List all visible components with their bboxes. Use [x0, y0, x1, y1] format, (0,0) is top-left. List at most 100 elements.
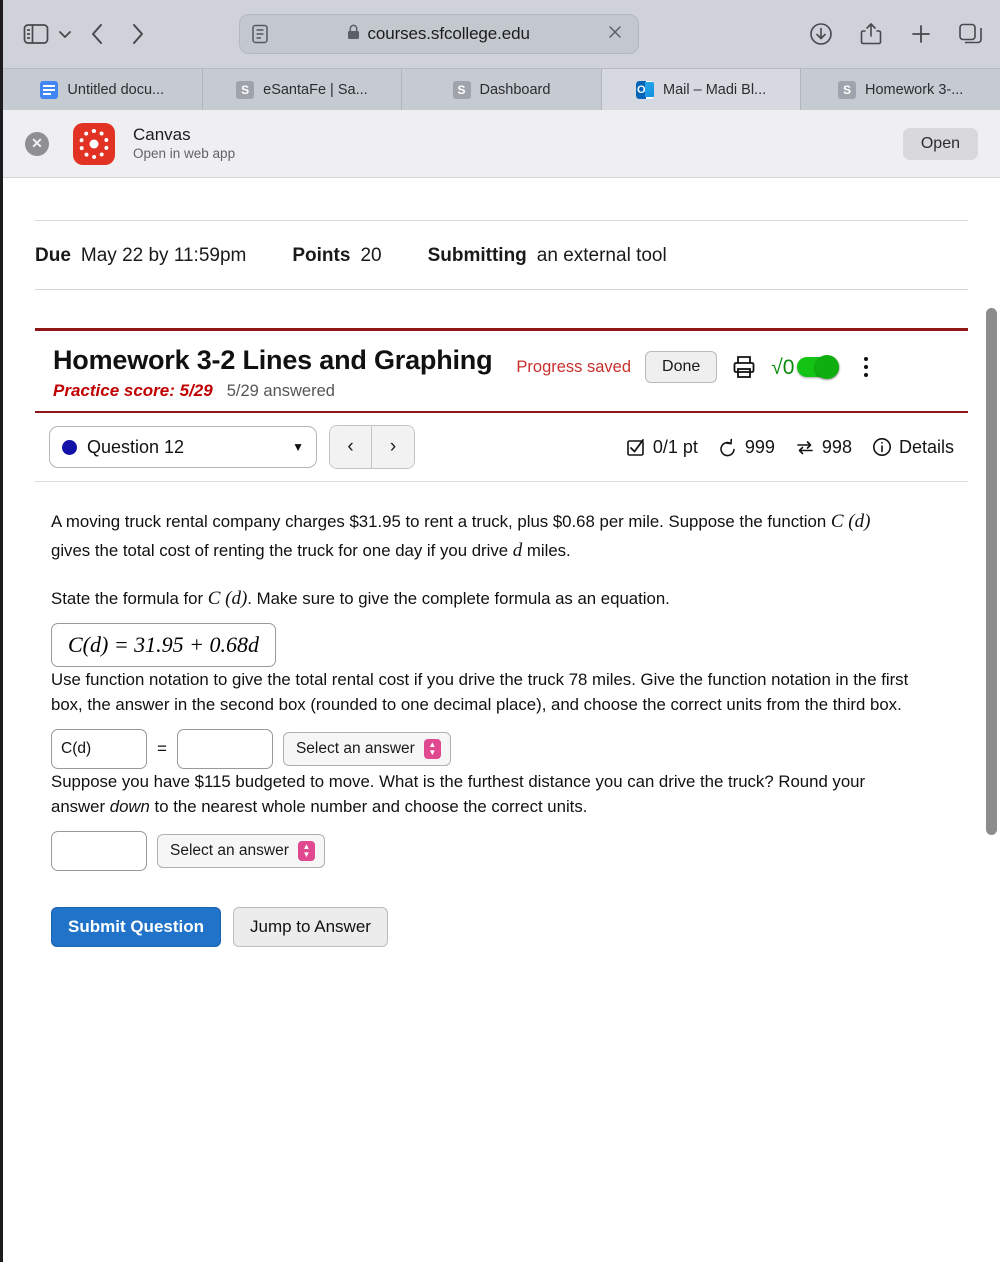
retry-icon — [718, 437, 738, 457]
browser-tab[interactable]: S Homework 3-... — [801, 69, 1000, 110]
submit-question-button[interactable]: Submit Question — [51, 907, 221, 948]
address-bar[interactable]: courses.sfcollege.edu — [238, 14, 639, 54]
distance-answer-input[interactable] — [51, 831, 147, 872]
toggle-switch[interactable] — [796, 355, 839, 379]
next-question-button[interactable]: › — [372, 426, 414, 468]
intro-variable: d — [512, 539, 523, 561]
question-prompt-1: State the formula for C (d). Make sure t… — [51, 585, 909, 614]
banner-close-icon[interactable]: ✕ — [25, 131, 49, 156]
question-intro: A moving truck rental company charges $3… — [51, 508, 909, 565]
prompt3-emphasis: down — [109, 797, 150, 817]
browser-tab[interactable]: Untitled docu... — [3, 69, 203, 110]
assignment-meta: Due May 22 by 11:59pm Points 20 Submitti… — [35, 220, 968, 290]
question-select-dropdown[interactable]: Question 12 ▼ — [49, 426, 317, 468]
progress-saved-status: Progress saved — [516, 357, 632, 376]
safari-site-icon: S — [838, 80, 857, 99]
tab-title: Mail – Madi Bl... — [663, 81, 767, 98]
tab-strip: Untitled docu... S eSantaFe | Sa... S Da… — [3, 68, 1000, 110]
outlook-icon: O — [636, 80, 654, 99]
browser-chrome: courses.sfcollege.edu Untitled docu... S… — [3, 0, 1000, 110]
browser-tab[interactable]: S Dashboard — [402, 69, 602, 110]
submitting-value: an external tool — [536, 245, 667, 266]
intro-text-1: A moving truck rental company charges $3… — [51, 512, 831, 531]
swap-versions-icon — [795, 437, 815, 457]
back-arrow-icon[interactable] — [77, 17, 117, 51]
plus-icon[interactable] — [908, 21, 934, 47]
open-app-button[interactable]: Open — [902, 127, 978, 160]
units-select-3-label: Select an answer — [170, 842, 289, 860]
more-options-icon[interactable] — [853, 357, 873, 377]
url-display: courses.sfcollege.edu — [272, 24, 606, 45]
prompt3-text-2: to the nearest whole number and choose t… — [149, 797, 588, 817]
tab-title: Homework 3-... — [865, 81, 964, 98]
submitting-label: Submitting — [427, 245, 527, 266]
canvas-logo-icon — [73, 122, 115, 165]
prompt1-text-1: State the formula for — [51, 589, 208, 608]
intro-text-2: gives the total cost of renting the truc… — [51, 540, 513, 560]
intro-text-3: miles. — [522, 540, 571, 560]
answer-value-input[interactable] — [176, 728, 273, 769]
url-text: courses.sfcollege.edu — [367, 24, 530, 43]
math-view-toggle[interactable]: √0 — [771, 355, 839, 379]
tab-title: eSantaFe | Sa... — [263, 81, 368, 98]
scrollbar-thumb[interactable] — [986, 308, 997, 835]
equals-sign: = — [157, 738, 167, 758]
info-icon[interactable] — [872, 437, 892, 457]
question-actions: Submit Question Jump to Answer — [51, 907, 952, 948]
browser-tab-active[interactable]: O Mail – Madi Bl... — [601, 69, 802, 110]
due-value: May 22 by 11:59pm — [80, 245, 247, 266]
quiz-header: Homework 3-2 Lines and Graphing Practice… — [35, 331, 968, 411]
browser-toolbar: courses.sfcollege.edu — [3, 0, 1000, 68]
close-icon[interactable] — [606, 23, 628, 45]
due-label: Due — [35, 245, 71, 266]
question-stats: 0/1 pt 999 998 Details — [626, 437, 954, 458]
points-value: 20 — [360, 245, 382, 266]
answer-row-3: Select an answer ▲ ▼ — [51, 831, 952, 872]
safari-site-icon: S — [236, 80, 255, 99]
units-select-2[interactable]: Select an answer ▲ ▼ — [282, 731, 451, 766]
details-link[interactable]: Details — [899, 437, 954, 458]
reader-view-icon[interactable] — [250, 23, 272, 45]
share-icon[interactable] — [858, 21, 884, 47]
page-content: Due May 22 by 11:59pm Points 20 Submitti… — [3, 220, 1000, 1262]
points-earned: 0/1 pt — [652, 436, 698, 457]
answered-count: 5/29 answered — [226, 382, 335, 400]
tab-overview-icon[interactable] — [958, 21, 984, 47]
prompt1-function: C (d) — [207, 588, 248, 609]
question-select-label: Question 12 — [87, 436, 185, 457]
banner-app-name: Canvas — [133, 124, 191, 144]
prompt1-text-2: . Make sure to give the complete formula… — [247, 589, 670, 608]
safari-site-icon: S — [452, 80, 471, 99]
page-title: Homework 3-2 Lines and Graphing — [53, 345, 493, 375]
toolbar-right-actions — [790, 21, 984, 47]
jump-to-answer-button[interactable]: Jump to Answer — [233, 907, 388, 948]
smart-app-banner: ✕ Canvas Open in web app Open — [3, 110, 1000, 178]
banner-text: Canvas Open in web app — [133, 124, 235, 163]
answer-row-2: = Select an answer ▲▼ — [51, 728, 952, 769]
intro-function: C (d) — [830, 511, 871, 532]
question-body: A moving truck rental company charges $3… — [35, 482, 968, 948]
formula-answer-text: C(d) = 31.95 + 0.68d — [68, 631, 260, 657]
formula-answer-box[interactable]: C(d) = 31.95 + 0.68d — [51, 622, 277, 667]
chevron-down-icon[interactable] — [53, 17, 77, 51]
quiz-card: Homework 3-2 Lines and Graphing Practice… — [35, 328, 968, 948]
versions-count: 998 — [821, 436, 852, 457]
chevron-down-icon: ▼ — [292, 440, 304, 454]
function-notation-input[interactable] — [51, 728, 147, 769]
units-select-3[interactable]: Select an answer ▲ ▼ — [157, 834, 325, 869]
prev-question-button[interactable]: ‹ — [330, 426, 372, 468]
download-icon[interactable] — [808, 21, 834, 47]
page-scrollbar[interactable] — [986, 308, 997, 1038]
print-icon[interactable] — [731, 354, 757, 380]
banner-subtitle: Open in web app — [133, 146, 236, 162]
stepper-icon[interactable]: ▲ ▼ — [423, 738, 441, 759]
question-nav: Question 12 ▼ ‹ › 0/1 pt 999 998 Details — [35, 413, 968, 482]
sqrt-icon: √0 — [771, 355, 795, 379]
sidebar-icon[interactable] — [19, 17, 53, 51]
browser-tab[interactable]: S eSantaFe | Sa... — [202, 69, 403, 110]
forward-arrow-icon[interactable] — [117, 17, 157, 51]
done-button[interactable]: Done — [645, 351, 718, 383]
question-arrows: ‹ › — [329, 425, 415, 469]
google-docs-icon — [40, 80, 59, 99]
stepper-icon[interactable]: ▲ ▼ — [297, 841, 315, 862]
